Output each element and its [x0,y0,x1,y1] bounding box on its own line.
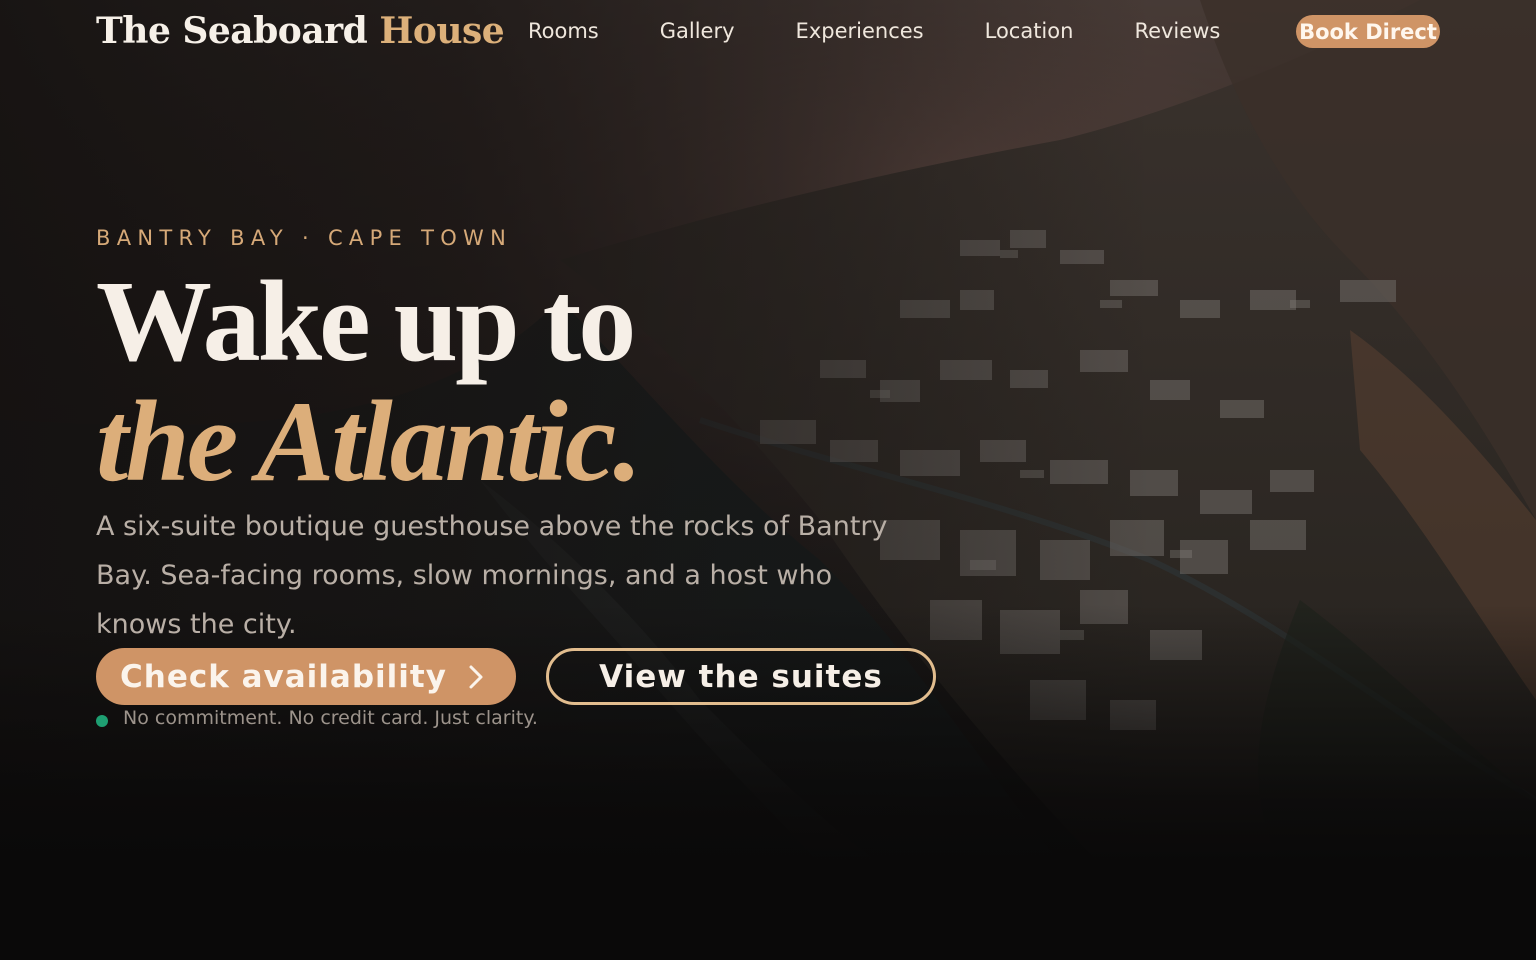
location-eyebrow: BANTRY BAY · CAPE TOWN [96,226,513,250]
nav-link-experiences[interactable]: Experiences [796,19,924,43]
view-suites-button[interactable]: View the suites [546,648,936,705]
status-dot-icon [96,715,108,727]
book-direct-button[interactable]: Book Direct [1296,15,1440,48]
check-availability-button[interactable]: Check availability [96,648,516,705]
nav-link-rooms[interactable]: Rooms [528,19,599,43]
chevron-right-icon [469,665,483,689]
reassurance-note: No commitment. No credit card. Just clar… [96,706,538,730]
headline-line-1: Wake up to [96,258,636,386]
hero-headline: Wake up to the Atlantic. [96,258,642,506]
headline-line-2: the Atlantic. [96,378,642,506]
hero-description: A six-suite boutique guesthouse above th… [96,511,888,640]
nav-link-location[interactable]: Location [985,19,1074,43]
brand-accent: House [379,10,505,52]
nav-links: Rooms Gallery Experiences Location Revie… [528,0,1281,62]
brand-name: The Seaboard [96,10,368,52]
check-availability-label: Check availability [120,658,447,695]
brand-logo[interactable]: The Seaboard House [96,10,505,52]
nav-link-gallery[interactable]: Gallery [660,19,735,43]
top-navigation: The Seaboard House Rooms Gallery Experie… [96,0,1440,62]
view-suites-label: View the suites [599,658,883,695]
page-footer-band [0,864,1536,960]
reassurance-text: No commitment. No credit card. Just clar… [123,707,538,729]
nav-link-reviews[interactable]: Reviews [1134,19,1220,43]
